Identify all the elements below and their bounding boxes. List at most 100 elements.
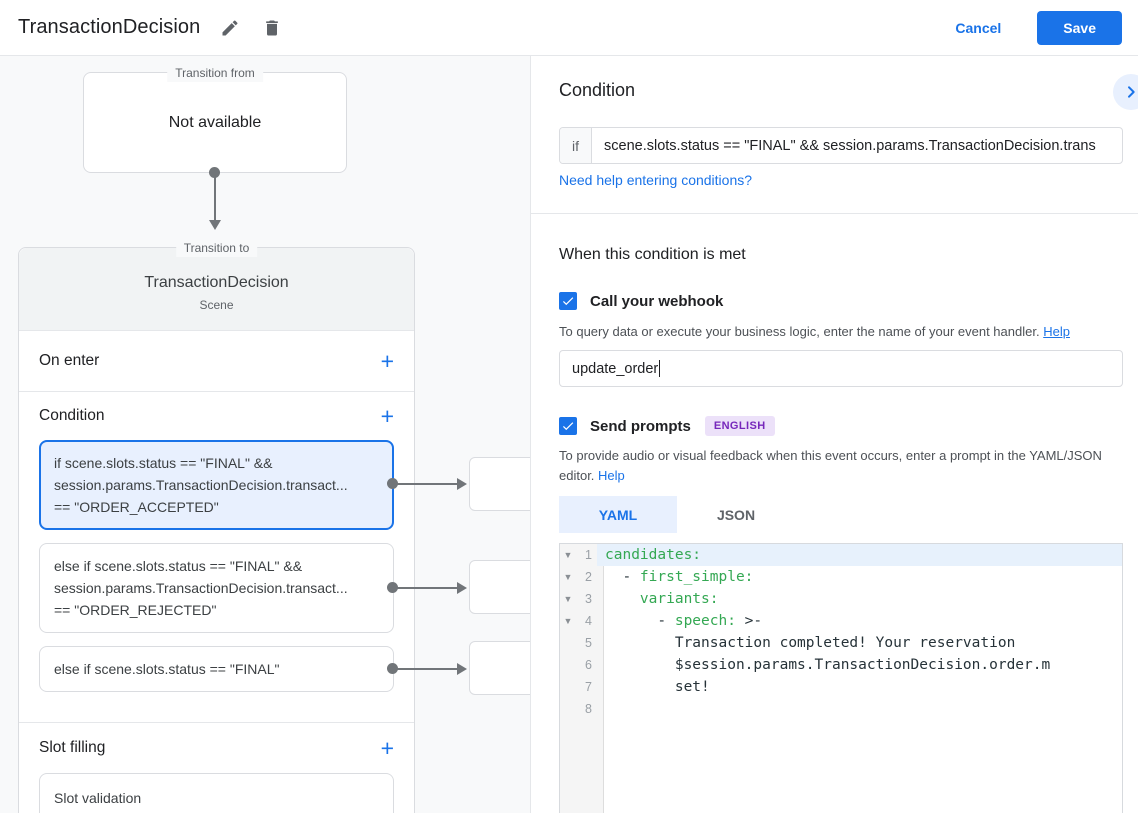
code-line-text: - first_simple: (605, 569, 754, 585)
line-number: 4 (585, 614, 592, 628)
prompts-description: To provide audio or visual feedback when… (559, 446, 1123, 486)
code-line-text: Transaction completed! Your reservation (605, 635, 1016, 651)
arrow-right-icon (457, 478, 467, 490)
editor-line[interactable]: 7 set! (560, 676, 1122, 698)
check-icon (562, 297, 574, 306)
slot-filling-label: Slot filling (39, 739, 106, 756)
condition-card[interactable]: else if scene.slots.status == "FINAL" (39, 646, 394, 692)
arrow-down-icon (209, 220, 221, 230)
condition-card-list: if scene.slots.status == "FINAL" && sessi… (19, 440, 414, 692)
code-line-text: set! (605, 679, 710, 695)
code-line-text: candidates: (597, 544, 1122, 566)
fold-arrow-icon[interactable]: ▼ (560, 588, 576, 610)
editor-line[interactable]: ▼ 1 candidates: (560, 544, 1122, 566)
event-handler-input[interactable]: update_order (559, 350, 1123, 387)
language-badge: ENGLISH (704, 416, 775, 436)
delete-scene-button[interactable] (260, 16, 284, 40)
connector-line (214, 173, 216, 221)
code-line-text: $session.params.TransactionDecision.orde… (605, 657, 1051, 673)
line-number: 6 (585, 658, 592, 672)
fold-arrow-icon[interactable]: ▼ (560, 610, 576, 632)
page-title: TransactionDecision (18, 16, 201, 38)
slot-filling-section: Slot filling + Slot validation (19, 723, 414, 813)
scene-diagram-canvas: Transition from Not available Transition… (0, 56, 544, 813)
add-condition-button[interactable]: + (381, 405, 394, 428)
connector-line (392, 483, 458, 485)
webhook-description-text: To query data or execute your business l… (559, 324, 1040, 339)
webhook-checkbox[interactable] (559, 292, 577, 310)
connector-line (392, 587, 458, 589)
condition-expression-input[interactable]: scene.slots.status == "FINAL" && session… (592, 128, 1122, 163)
line-number: 3 (585, 592, 592, 606)
edit-title-button[interactable] (218, 16, 242, 40)
condition-section: Condition + if scene.slots.status == "FI… (19, 392, 414, 723)
collapse-panel-button[interactable] (1113, 74, 1138, 110)
yaml-code-editor[interactable]: ▼ 1 candidates: ▼ 2 - first_simple: ▼ 3 varian… (559, 543, 1123, 813)
webhook-help-link[interactable]: Help (1043, 324, 1070, 339)
prompts-help-link[interactable]: Help (598, 468, 625, 483)
editor-line[interactable]: ▼ 4 - speech: >- (560, 610, 1122, 632)
fold-arrow-icon[interactable]: ▼ (560, 566, 576, 588)
editor-line[interactable]: ▼ 2 - first_simple: (560, 566, 1122, 588)
app-header: TransactionDecision Cancel Save (0, 0, 1138, 56)
fold-arrow-icon[interactable]: ▼ (560, 544, 576, 566)
tab-yaml[interactable]: YAML (559, 496, 677, 533)
condition-card-text: if scene.slots.status == "FINAL" && (54, 455, 273, 471)
arrow-right-icon (457, 663, 467, 675)
code-line-text: variants: (639, 591, 719, 607)
condition-section-label: Condition (39, 407, 105, 424)
scene-card-header[interactable]: TransactionDecision Scene (19, 248, 414, 331)
line-number: 2 (585, 570, 592, 584)
on-enter-label: On enter (39, 352, 100, 369)
line-number: 8 (585, 702, 592, 716)
condition-card[interactable]: else if scene.slots.status == "FINAL" &&… (39, 543, 394, 633)
transition-to-card: Transition to TransactionDecision Scene … (18, 239, 415, 813)
prompts-checkbox[interactable] (559, 417, 577, 435)
editor-tabs: YAML JSON (559, 496, 795, 533)
editor-line[interactable]: 6 $session.params.TransactionDecision.or… (560, 654, 1122, 676)
tab-json[interactable]: JSON (677, 496, 795, 533)
prompts-checkbox-row: Send prompts ENGLISH (559, 416, 775, 436)
scene-type-label: Scene (199, 298, 234, 312)
webhook-checkbox-label: Call your webhook (590, 292, 724, 310)
transition-from-box: Transition from Not available (83, 64, 347, 173)
condition-card-text: else if scene.slots.status == "FINAL" && (54, 558, 303, 574)
condition-card-text: else if scene.slots.status == "FINAL" (54, 661, 280, 677)
add-on-enter-button[interactable]: + (381, 350, 394, 373)
editor-line[interactable]: ▼ 3 variants: (560, 588, 1122, 610)
editor-line[interactable]: 8 (560, 698, 1122, 720)
line-number: 1 (585, 548, 592, 562)
section-divider (531, 213, 1138, 214)
editor-line[interactable]: 5 Transaction completed! Your reservatio… (560, 632, 1122, 654)
panel-heading: Condition (559, 80, 636, 100)
transition-from-label: Transition from (167, 64, 263, 82)
condition-expression-row: if scene.slots.status == "FINAL" && sess… (559, 127, 1123, 164)
condition-card[interactable]: if scene.slots.status == "FINAL" && sessi… (39, 440, 394, 530)
line-number: 5 (585, 636, 592, 650)
condition-card-text: == "ORDER_REJECTED" (54, 602, 217, 618)
when-met-heading: When this condition is met (559, 246, 746, 263)
scene-name: TransactionDecision (144, 274, 289, 291)
transition-to-label: Transition to (175, 239, 258, 257)
on-enter-row[interactable]: On enter + (19, 331, 414, 392)
webhook-description: To query data or execute your business l… (559, 322, 1123, 342)
slot-validation-label: Slot validation (54, 790, 142, 806)
condition-help-link[interactable]: Need help entering conditions? (559, 172, 752, 188)
editor-lines: ▼ 1 candidates: ▼ 2 - first_simple: ▼ 3 varian… (560, 544, 1122, 720)
add-slot-button[interactable]: + (381, 737, 394, 760)
cancel-button[interactable]: Cancel (955, 20, 1001, 36)
condition-card-text: session.params.TransactionDecision.trans… (54, 580, 348, 596)
chevron-right-icon (1128, 86, 1135, 98)
prompts-description-text: To provide audio or visual feedback when… (559, 448, 1102, 484)
slot-validation-card[interactable]: Slot validation (39, 773, 394, 813)
condition-card-text: session.params.TransactionDecision.trans… (54, 477, 348, 493)
trash-icon (266, 20, 279, 35)
save-button[interactable]: Save (1037, 10, 1122, 45)
condition-card-text: == "ORDER_ACCEPTED" (54, 499, 219, 515)
code-line-text: - speech: >- (605, 613, 763, 629)
